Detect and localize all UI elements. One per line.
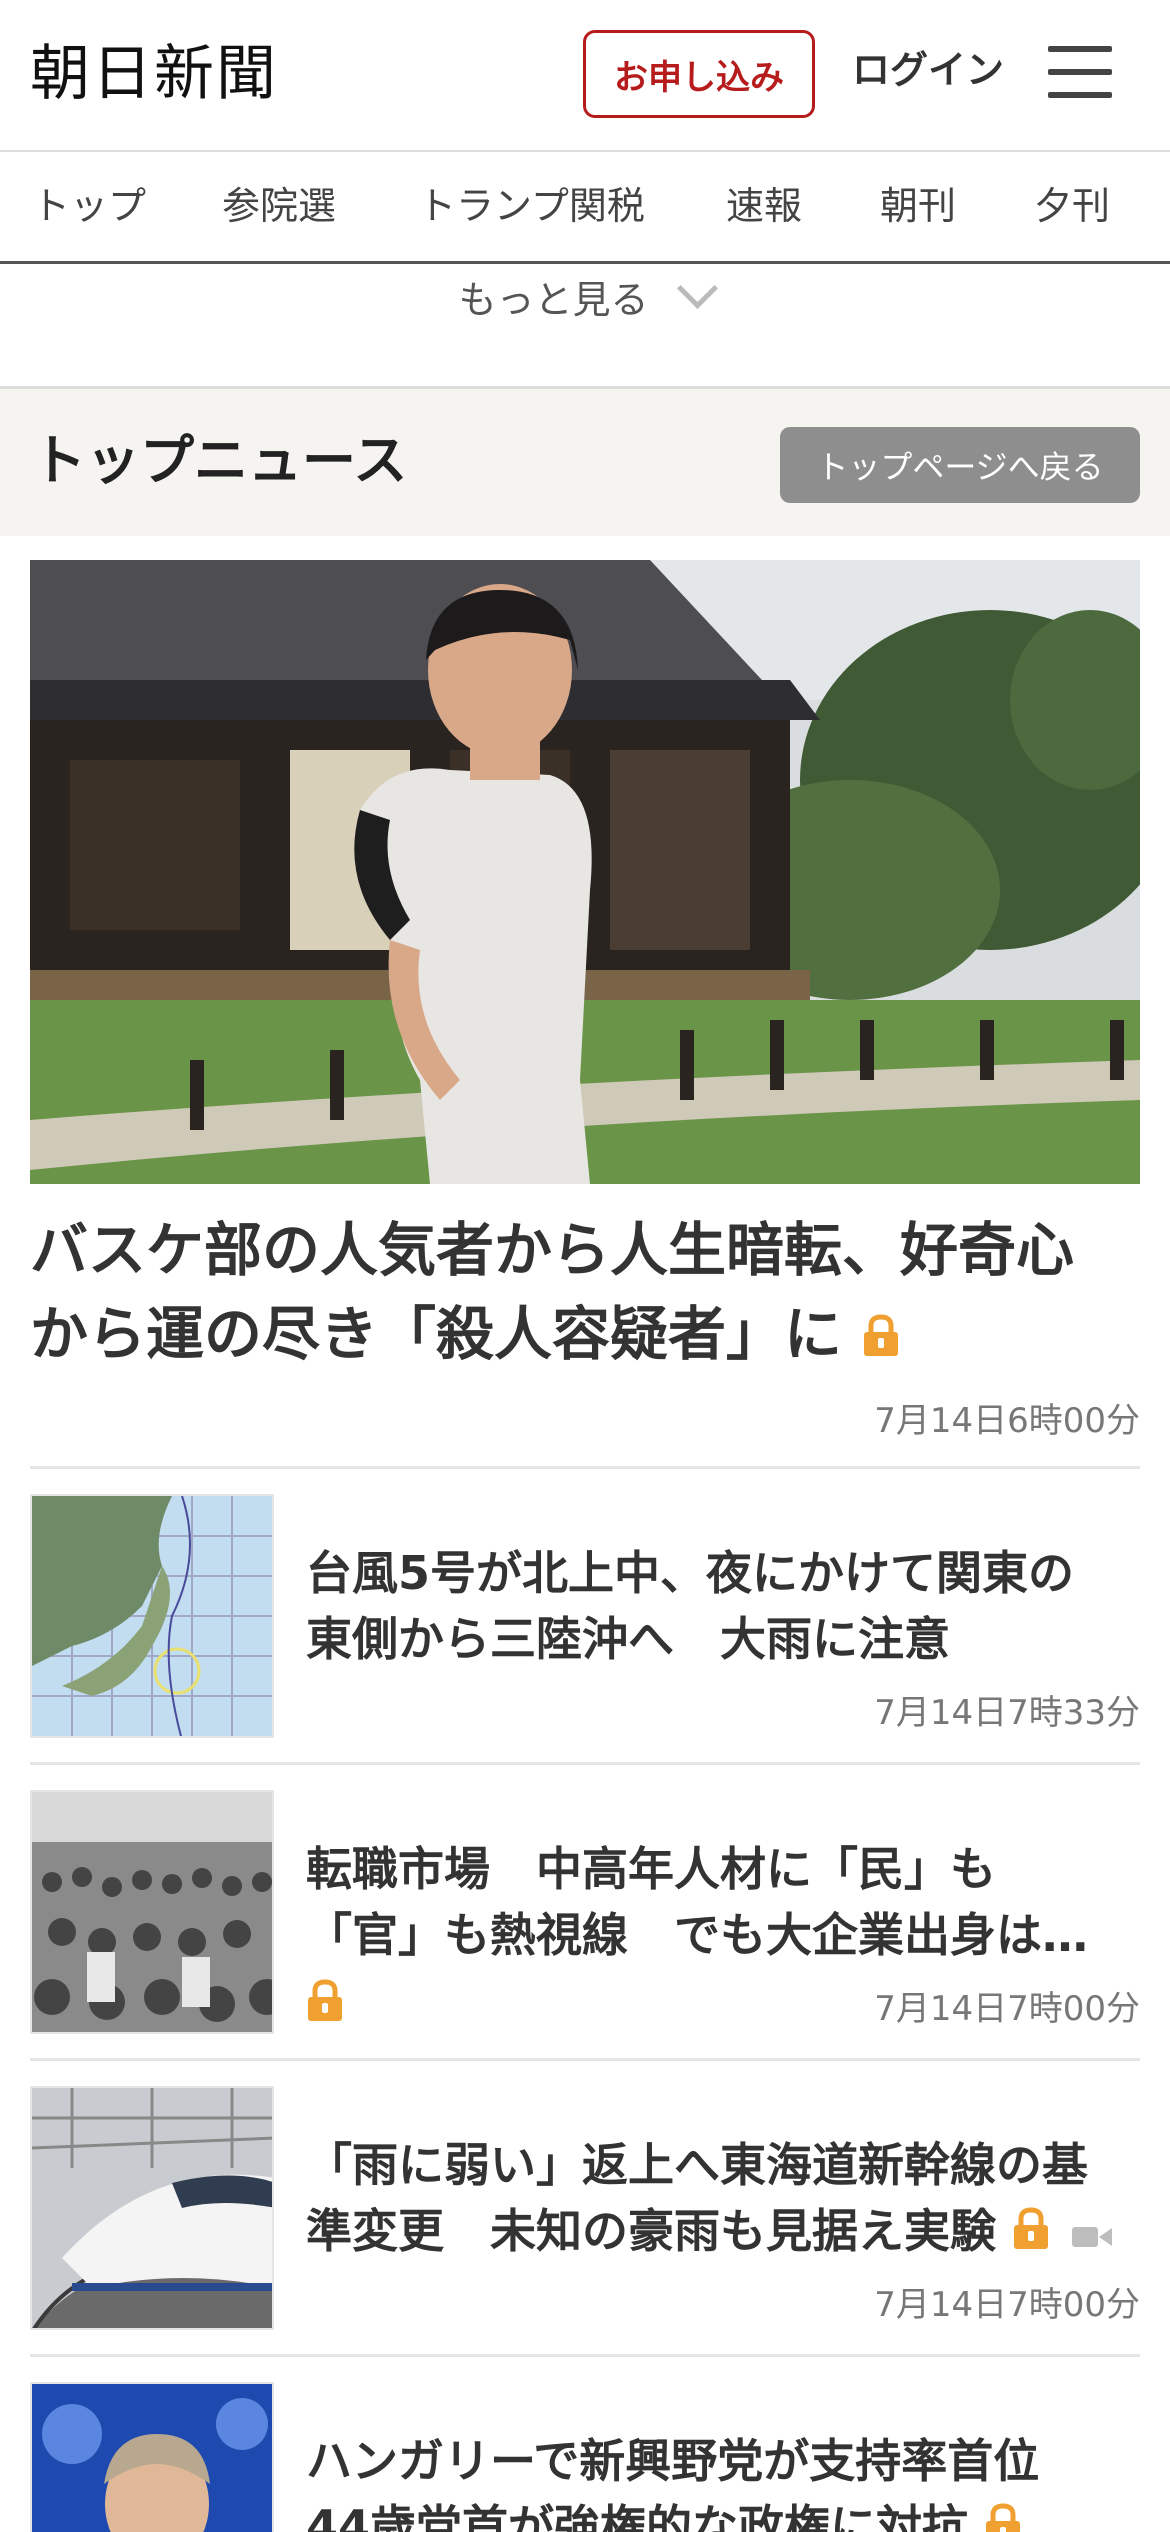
site-logo[interactable]: 朝日新聞 <box>30 36 278 112</box>
site-header: 朝日新聞 お申し込み ログイン <box>0 0 1170 152</box>
article-title-line-with-icons: 44歳党首が強権的な政権に対抗 <box>306 2494 1140 2532</box>
category-nav: トップ 参院選 トランプ関税 速報 朝刊 夕刊 <box>0 152 1170 264</box>
article-title-line: 台風5号が北上中、夜にかけて関東の <box>306 1546 1075 1600</box>
article-thumbnail <box>30 1494 274 1738</box>
tab-top[interactable]: トップ <box>32 178 146 234</box>
section-title: トップニュース <box>32 429 408 492</box>
tab-evening[interactable]: 夕刊 <box>1034 178 1110 234</box>
article-title-line: 準変更 未知の豪雨も見据え実験 <box>306 2204 996 2258</box>
show-more-label: もっと見る <box>458 277 649 322</box>
tab-morning[interactable]: 朝刊 <box>880 178 956 234</box>
article-time: 7月14日7時00分 <box>874 1989 1140 2029</box>
main-article-image[interactable] <box>30 560 1140 1184</box>
lock-icon <box>984 2498 1022 2532</box>
article-title-line: ハンガリーで新興野党が支持率首位 <box>306 2434 1040 2488</box>
article-title-line: 東側から三陸沖へ 大雨に注意 <box>306 1612 950 1666</box>
list-item[interactable]: 「雨に弱い」返上へ東海道新幹線の基 準変更 未知の豪雨も見据え実験 7月14日7… <box>30 2086 1140 2382</box>
apply-button[interactable]: お申し込み <box>583 30 815 118</box>
article-thumbnail <box>30 1790 274 2034</box>
list-item[interactable]: ハンガリーで新興野党が支持率首位 44歳党首が強権的な政権に対抗 <box>30 2382 1140 2532</box>
main-article-title[interactable]: バスケ部の人気者から人生暗転、好奇心から運の尽き「殺人容疑者」に <box>30 1208 1130 1380</box>
article-title-line: 「官」も熱視線 でも大企業出身は… <box>306 1908 1088 1962</box>
article-thumbnail <box>30 2086 274 2330</box>
tab-election[interactable]: 参院選 <box>222 178 336 234</box>
article-thumbnail <box>30 2382 274 2532</box>
article-time: 7月14日7時00分 <box>874 2285 1140 2325</box>
main-article-title-text: バスケ部の人気者から人生暗転、好奇心から運の尽き「殺人容疑者」に <box>30 1216 1075 1368</box>
divider <box>30 1466 1140 1469</box>
article-title-line: 「雨に弱い」返上へ東海道新幹線の基 <box>306 2138 1088 2192</box>
article-title-line: 44歳党首が強権的な政権に対抗 <box>306 2500 969 2532</box>
video-camera-icon <box>1072 2202 1113 2268</box>
login-link[interactable]: ログイン <box>852 42 1004 98</box>
article-title: 台風5号が北上中、夜にかけて関東の 東側から三陸沖へ 大雨に注意 <box>306 1540 1140 1672</box>
list-item[interactable]: 転職市場 中高年人材に「民」も 「官」も熱視線 でも大企業出身は… 7月14日7… <box>30 1790 1140 2086</box>
chevron-down-icon <box>676 267 718 309</box>
list-item[interactable]: 台風5号が北上中、夜にかけて関東の 東側から三陸沖へ 大雨に注意 7月14日7時… <box>30 1494 1140 1790</box>
lock-icon <box>306 1974 344 2040</box>
divider <box>30 2354 1140 2357</box>
article-title-line: 転職市場 中高年人材に「民」も <box>306 1842 996 1896</box>
article-title: 「雨に弱い」返上へ東海道新幹線の基 準変更 未知の豪雨も見据え実験 <box>306 2132 1140 2268</box>
section-header: トップニュース トップページへ戻る <box>0 386 1170 536</box>
tab-trump-tariffs[interactable]: トランプ関税 <box>418 178 645 234</box>
main-article-time: 7月14日6時00分 <box>874 1401 1140 1441</box>
show-more-button[interactable]: もっと見る <box>0 264 1170 328</box>
lock-icon <box>1012 2202 1050 2268</box>
article-title: ハンガリーで新興野党が支持率首位 44歳党首が強権的な政権に対抗 <box>306 2428 1140 2532</box>
lock-icon <box>862 1296 900 1380</box>
tab-breaking[interactable]: 速報 <box>726 178 802 234</box>
hamburger-menu-icon[interactable] <box>1048 44 1112 100</box>
article-time: 7月14日7時33分 <box>874 1693 1140 1733</box>
back-to-top-button[interactable]: トップページへ戻る <box>780 427 1140 503</box>
divider <box>30 2058 1140 2061</box>
article-title-line-with-icons: 準変更 未知の豪雨も見据え実験 <box>306 2198 1140 2268</box>
divider <box>30 1762 1140 1765</box>
